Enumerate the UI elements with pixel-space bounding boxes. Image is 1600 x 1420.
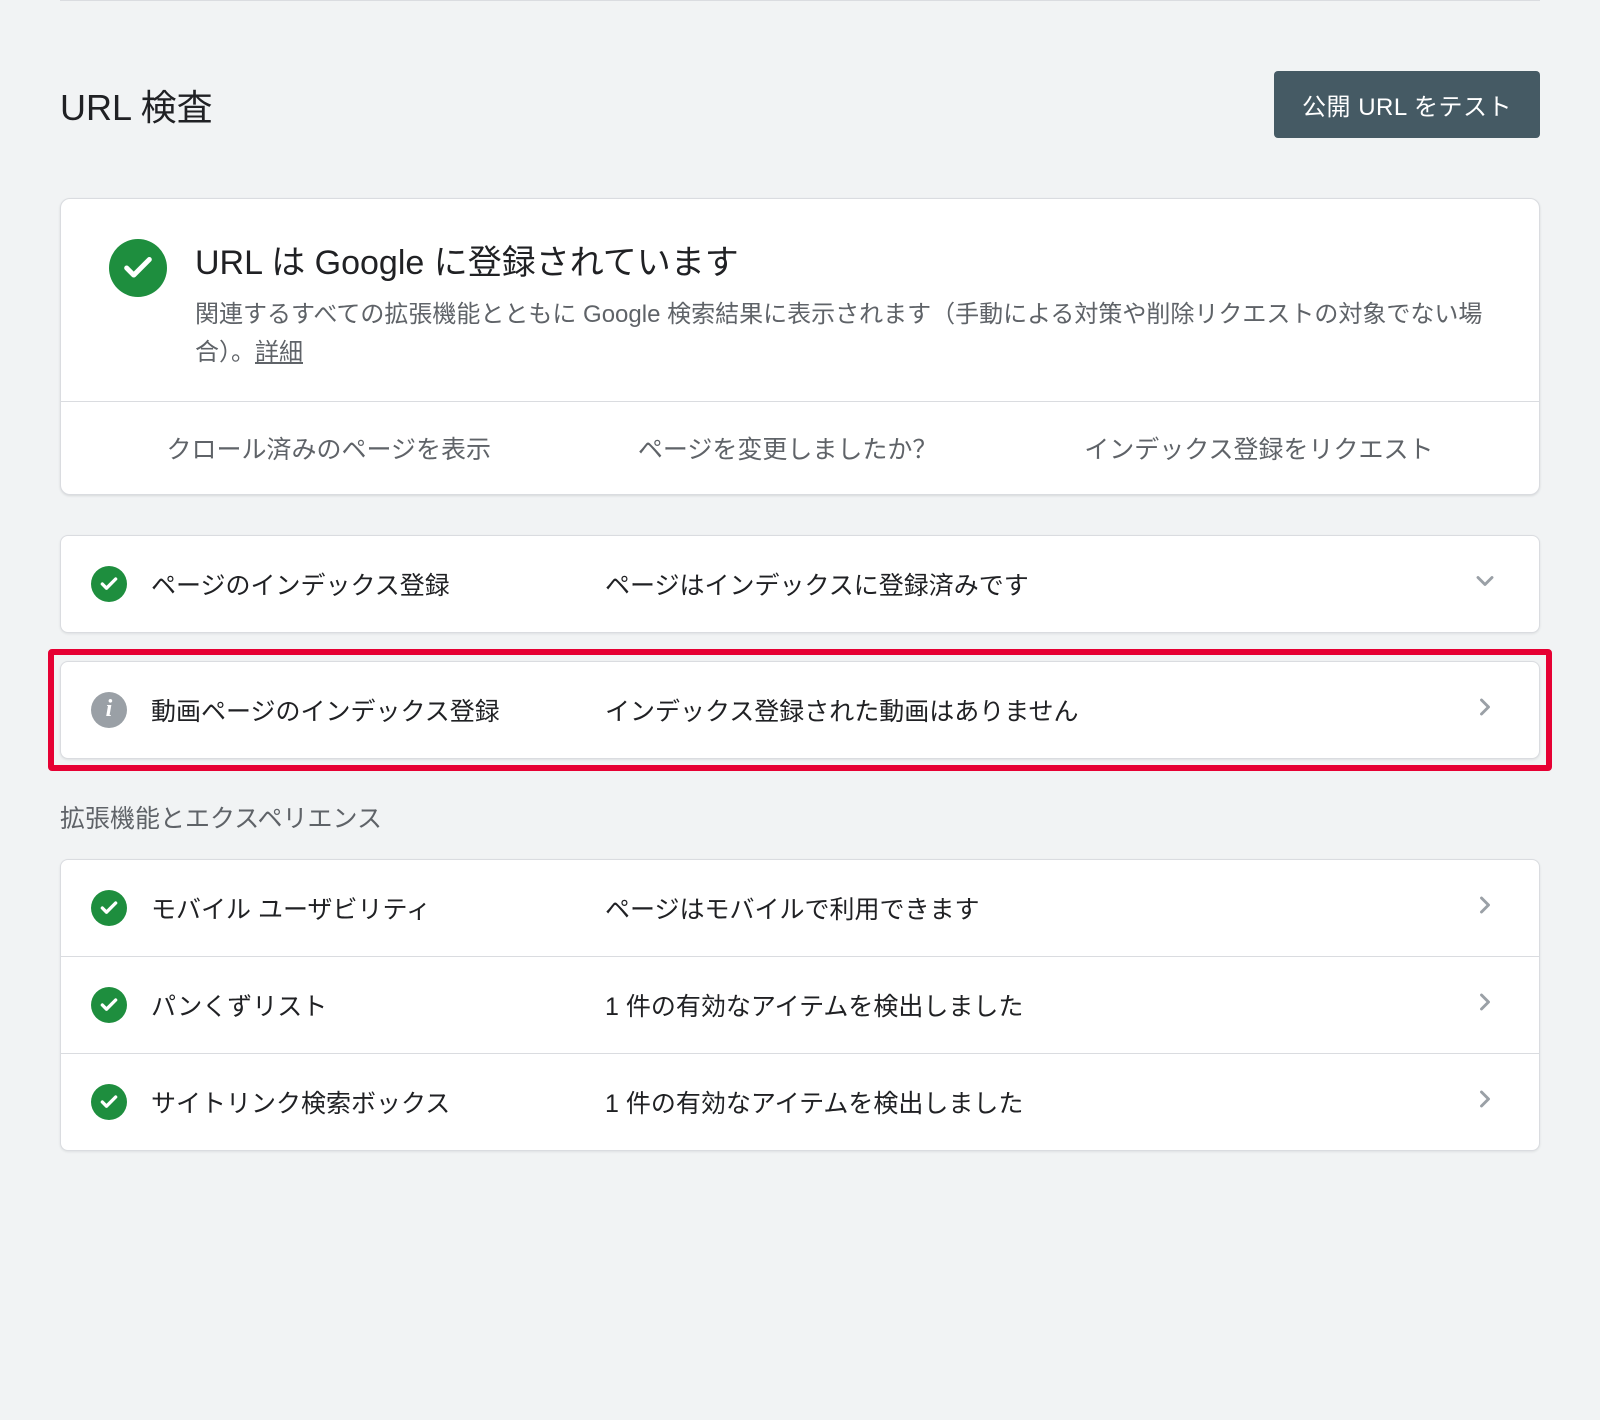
sitelinks-searchbox-row[interactable]: サイトリンク検索ボックス 1 件の有効なアイテムを検出しました <box>61 1053 1539 1150</box>
info-icon: i <box>91 692 127 728</box>
check-icon <box>109 239 167 297</box>
page-header: URL 検査 公開 URL をテスト <box>60 71 1540 138</box>
highlighted-video-indexing: i 動画ページのインデックス登録 インデックス登録された動画はありません <box>48 649 1552 771</box>
row-value: ページはモバイルで利用できます <box>605 890 1447 926</box>
chevron-right-icon <box>1471 891 1499 924</box>
test-live-url-button[interactable]: 公開 URL をテスト <box>1274 71 1540 138</box>
card-actions: クロール済みのページを表示 ページを変更しましたか？ インデックス登録をリクエス… <box>61 401 1539 494</box>
details-link[interactable]: 詳細 <box>255 339 303 366</box>
page-indexing-row[interactable]: ページのインデックス登録 ページはインデックスに登録済みです <box>61 536 1539 632</box>
chevron-right-icon <box>1471 693 1499 726</box>
check-icon <box>91 987 127 1023</box>
row-label: モバイル ユーザビリティ <box>151 890 581 926</box>
status-title: URL は Google に登録されています <box>195 235 1491 284</box>
row-label: ページのインデックス登録 <box>151 566 581 602</box>
check-icon <box>91 566 127 602</box>
row-label: パンくずリスト <box>151 987 581 1023</box>
check-icon <box>91 890 127 926</box>
breadcrumb-row[interactable]: パンくずリスト 1 件の有効なアイテムを検出しました <box>61 956 1539 1053</box>
mobile-usability-row[interactable]: モバイル ユーザビリティ ページはモバイルで利用できます <box>61 860 1539 956</box>
chevron-right-icon <box>1471 988 1499 1021</box>
row-value: 1 件の有効なアイテムを検出しました <box>605 987 1447 1023</box>
view-crawled-page-link[interactable]: クロール済みのページを表示 <box>166 430 491 466</box>
row-label: サイトリンク検索ボックス <box>151 1084 581 1120</box>
row-label: 動画ページのインデックス登録 <box>151 692 581 728</box>
chevron-right-icon <box>1471 1085 1499 1118</box>
row-value: インデックス登録された動画はありません <box>605 692 1447 728</box>
status-card: URL は Google に登録されています 関連するすべての拡張機能とともに … <box>60 198 1540 495</box>
extensions-group: モバイル ユーザビリティ ページはモバイルで利用できます パンくずリスト 1 件… <box>60 859 1540 1151</box>
check-icon <box>91 1084 127 1120</box>
status-description: 関連するすべての拡張機能とともに Google 検索結果に表示されます（手動によ… <box>195 296 1491 373</box>
indexing-row-card: ページのインデックス登録 ページはインデックスに登録済みです <box>60 535 1540 633</box>
video-indexing-row[interactable]: i 動画ページのインデックス登録 インデックス登録された動画はありません <box>61 662 1539 758</box>
page-changed-link[interactable]: ページを変更しましたか？ <box>638 430 938 466</box>
row-value: ページはインデックスに登録済みです <box>605 566 1447 602</box>
chevron-down-icon <box>1471 567 1499 600</box>
page-title: URL 検査 <box>60 79 213 131</box>
status-description-text: 関連するすべての拡張機能とともに Google 検索結果に表示されます（手動によ… <box>195 301 1482 366</box>
extensions-section-label: 拡張機能とエクスペリエンス <box>60 799 1540 835</box>
request-indexing-link[interactable]: インデックス登録をリクエスト <box>1084 430 1433 466</box>
row-value: 1 件の有効なアイテムを検出しました <box>605 1084 1447 1120</box>
